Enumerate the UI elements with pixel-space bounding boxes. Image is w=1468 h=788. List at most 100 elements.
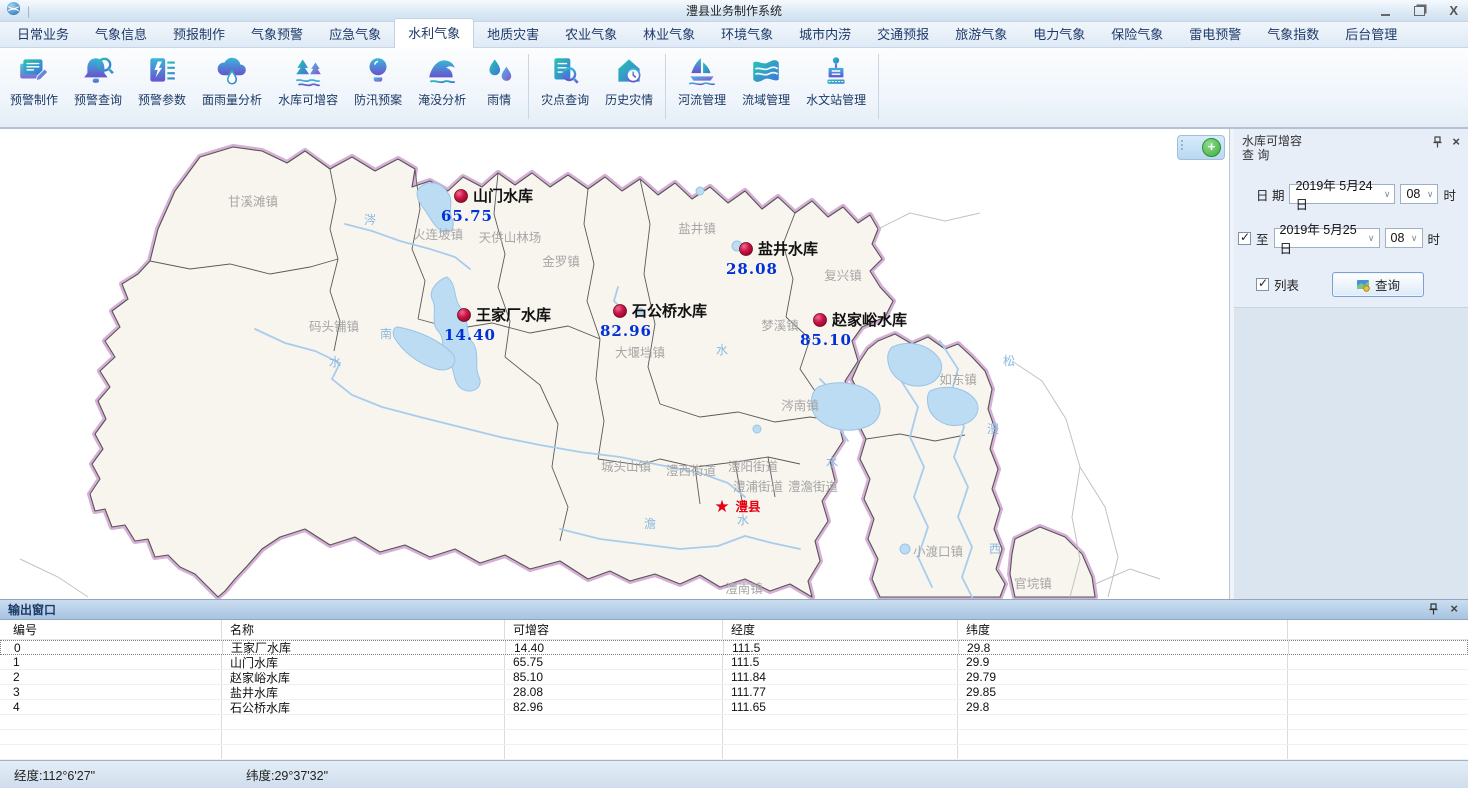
map-overlay-widget[interactable]: +	[1177, 135, 1225, 160]
query-button[interactable]: 查询	[1332, 272, 1424, 297]
tab-9[interactable]: 环境气象	[708, 20, 786, 47]
title-bar: | 澧县业务制作系统 X	[0, 0, 1468, 22]
rain-info-icon	[482, 54, 516, 88]
reservoir-value: 28.08	[726, 260, 778, 278]
hour-to-select[interactable]: 08 ∨	[1385, 228, 1423, 248]
table-empty-row[interactable]	[0, 715, 1468, 730]
table-row[interactable]: 2赵家峪水库85.10111.8429.79	[0, 670, 1468, 685]
tab-11[interactable]: 交通预报	[864, 20, 942, 47]
toolbar-button-alert-search[interactable]: 预警查询	[66, 51, 130, 111]
reservoir-dot-icon[interactable]	[740, 243, 753, 256]
reservoir-dot-icon[interactable]	[614, 305, 627, 318]
river-label: 水	[737, 513, 749, 527]
tab-0[interactable]: 日常业务	[4, 20, 82, 47]
table-header-row: 编号名称可增容经度纬度	[0, 620, 1468, 640]
pin-icon[interactable]	[1429, 603, 1438, 615]
hydro-station-icon	[819, 54, 853, 88]
close-icon[interactable]: ×	[1450, 602, 1458, 615]
toolbar-button-hydro-station[interactable]: 水文站管理	[798, 51, 874, 111]
drag-dots-icon	[1181, 140, 1183, 150]
reservoir-dot-icon[interactable]	[814, 314, 827, 327]
add-icon[interactable]: +	[1202, 138, 1221, 157]
river-label: 西	[989, 542, 1001, 556]
date-to-select[interactable]: 2019年 5月25日 ∨	[1274, 228, 1380, 248]
toolbar-separator	[528, 54, 529, 119]
tab-5[interactable]: 水利气象	[394, 18, 474, 48]
toolbar-button-basin-manage[interactable]: 流域管理	[734, 51, 798, 111]
toolbar-button-inundation[interactable]: 淹没分析	[410, 51, 474, 111]
toolbar-button-disaster-query[interactable]: 灾点查询	[533, 51, 597, 111]
restore-button[interactable]	[1414, 6, 1425, 16]
toolbar-button-flood-plan[interactable]: 防汛预案	[346, 51, 410, 111]
minimize-button[interactable]	[1381, 11, 1390, 16]
river-manage-icon	[685, 54, 719, 88]
toolbar-button-disaster-history[interactable]: 历史灾情	[597, 51, 661, 111]
tab-15[interactable]: 雷电预警	[1176, 20, 1254, 47]
tab-10[interactable]: 城市内涝	[786, 20, 864, 47]
reservoir-dot-icon[interactable]	[455, 190, 468, 203]
reservoir-value: 65.75	[441, 207, 493, 225]
close-button[interactable]: X	[1449, 4, 1458, 17]
town-label: 澧澹街道	[788, 480, 839, 494]
county-seat-star: ★	[714, 497, 729, 516]
table-cell: 1	[0, 655, 222, 669]
table-row[interactable]: 1山门水库65.75111.529.9	[0, 655, 1468, 670]
table-row[interactable]: 0王家厂水库14.40111.529.8	[0, 640, 1468, 655]
panel-title-line2: 查 询	[1242, 148, 1460, 162]
tab-12[interactable]: 旅游气象	[942, 20, 1020, 47]
window-title: 澧县业务制作系统	[0, 2, 1468, 19]
reservoir-query-panel: 水库可增容 查 询 × 日 期 2019年 5月24日 ∨ 08	[1234, 129, 1468, 599]
table-cell	[0, 745, 222, 759]
table-cell	[958, 715, 1288, 729]
toolbar-label: 预警查询	[74, 91, 122, 108]
town-label: 梦溪镇	[761, 319, 799, 333]
table-cell: 14.40	[506, 641, 724, 654]
alert-search-icon	[81, 54, 115, 88]
toolbar-button-rain-info[interactable]: 雨情	[474, 51, 524, 111]
tab-2[interactable]: 预报制作	[160, 20, 238, 47]
reservoir-dot-icon[interactable]	[458, 309, 471, 322]
tab-7[interactable]: 农业气象	[552, 20, 630, 47]
county-map[interactable]: 甘溪滩镇火连坡镇天供山林场金罗镇盐井镇复兴镇码头铺镇梦溪镇大堰垱镇涔南镇如东镇城…	[0, 129, 1229, 599]
toolbar-button-reservoir-capacity[interactable]: 水库可增容	[270, 51, 346, 111]
table-empty-row[interactable]	[0, 730, 1468, 745]
tab-6[interactable]: 地质灾害	[474, 20, 552, 47]
town-label: 金罗镇	[542, 254, 580, 269]
toolbar-label: 预警参数	[138, 91, 186, 108]
list-label: 列表	[1274, 275, 1299, 294]
to-label: 至	[1256, 229, 1269, 248]
output-window: 输出窗口 × 编号名称可增容经度纬度0王家厂水库14.40111.529.81山…	[0, 599, 1468, 760]
table-cell	[958, 745, 1288, 759]
tab-17[interactable]: 后台管理	[1332, 20, 1410, 47]
toolbar-button-alert-params[interactable]: 预警参数	[130, 51, 194, 111]
tab-8[interactable]: 林业气象	[630, 20, 708, 47]
date-label: 日 期	[1256, 185, 1284, 204]
river-label: 澧	[987, 422, 999, 436]
tab-1[interactable]: 气象信息	[82, 20, 160, 47]
reservoir-name: 山门水库	[473, 187, 533, 205]
table-row[interactable]: 3盐井水库28.08111.7729.85	[0, 685, 1468, 700]
tab-13[interactable]: 电力气象	[1020, 20, 1098, 47]
hour-from-select[interactable]: 08 ∨	[1400, 184, 1438, 204]
hour-suffix: 时	[1443, 185, 1456, 204]
tab-3[interactable]: 气象预警	[238, 20, 316, 47]
table-empty-row[interactable]	[0, 745, 1468, 760]
table-row[interactable]: 4石公桥水库82.96111.6529.8	[0, 700, 1468, 715]
toolbar-label: 面雨量分析	[202, 91, 262, 108]
town-label: 火连坡镇	[413, 227, 463, 242]
close-icon[interactable]: ×	[1452, 135, 1460, 148]
tab-14[interactable]: 保险气象	[1098, 20, 1176, 47]
table-cell: 111.5	[724, 641, 959, 654]
tab-16[interactable]: 气象指数	[1254, 20, 1332, 47]
map-canvas[interactable]: 甘溪滩镇火连坡镇天供山林场金罗镇盐井镇复兴镇码头铺镇梦溪镇大堰垱镇涔南镇如东镇城…	[0, 129, 1230, 599]
table-cell: 纬度	[958, 620, 1288, 639]
toolbar-button-river-manage[interactable]: 河流管理	[670, 51, 734, 111]
date-from-select[interactable]: 2019年 5月24日 ∨	[1289, 184, 1395, 204]
tab-4[interactable]: 应急气象	[316, 20, 394, 47]
toolbar-button-rain-analysis[interactable]: 面雨量分析	[194, 51, 270, 111]
list-checkbox[interactable]	[1256, 278, 1269, 291]
pin-icon[interactable]	[1433, 136, 1442, 148]
app-window: | 澧县业务制作系统 X 日常业务气象信息预报制作气象预警应急气象水利气象地质灾…	[0, 0, 1468, 788]
to-checkbox[interactable]	[1238, 232, 1251, 245]
toolbar-button-alert-compose[interactable]: 预警制作	[2, 51, 66, 111]
